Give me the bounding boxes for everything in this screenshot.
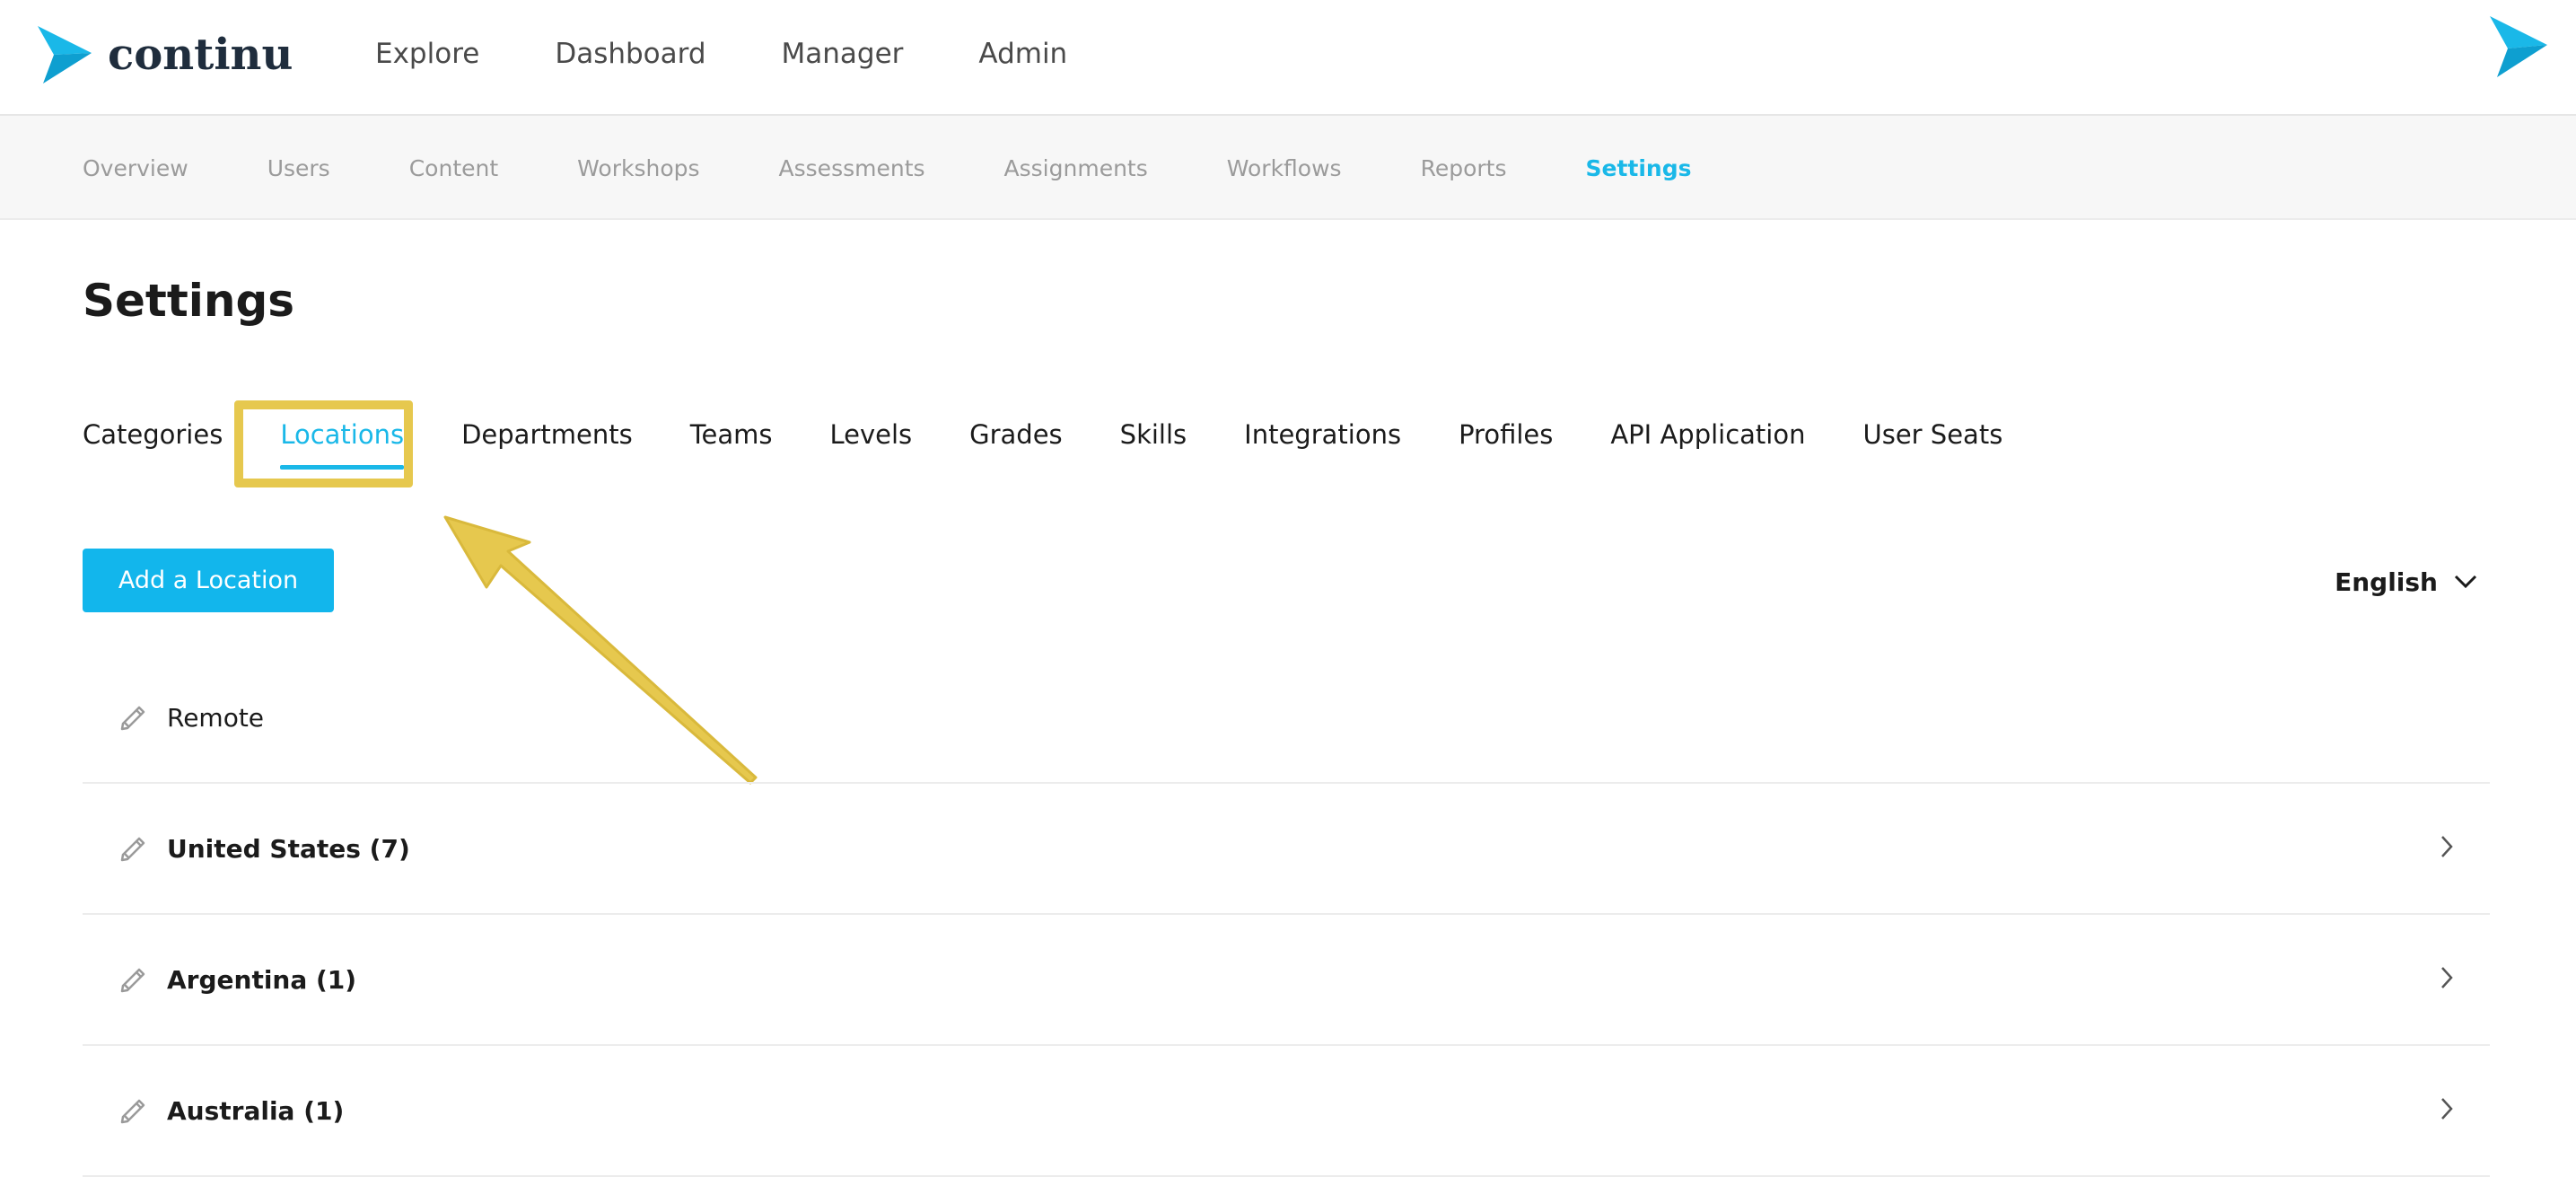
- pencil-icon[interactable]: [115, 698, 151, 737]
- location-row-remote: Remote: [83, 653, 2490, 784]
- sub-nav-workflows[interactable]: Workflows: [1227, 155, 1342, 181]
- sub-nav-overview[interactable]: Overview: [83, 155, 188, 181]
- chevron-right-icon[interactable]: [2440, 1097, 2454, 1124]
- location-row-argentina[interactable]: Argentina (1): [83, 915, 2490, 1046]
- main-nav: Explore Dashboard Manager Admin: [375, 27, 1143, 81]
- tab-departments[interactable]: Departments: [461, 419, 633, 450]
- tab-categories[interactable]: Categories: [83, 419, 223, 450]
- admin-sub-nav-bar: Overview Users Content Workshops Assessm…: [0, 116, 2576, 220]
- tab-skills[interactable]: Skills: [1120, 419, 1187, 450]
- settings-tabs: Categories Locations Departments Teams L…: [83, 409, 2060, 470]
- continu-logo-text: continu: [108, 30, 294, 80]
- add-location-button[interactable]: Add a Location: [83, 549, 334, 612]
- sub-nav-users[interactable]: Users: [267, 155, 330, 181]
- admin-sub-nav: Overview Users Content Workshops Assessm…: [83, 116, 1771, 220]
- chevron-right-icon[interactable]: [2440, 835, 2454, 862]
- sub-nav-reports[interactable]: Reports: [1421, 155, 1507, 181]
- continu-logo[interactable]: continu: [38, 25, 293, 84]
- tab-api-application[interactable]: API Application: [1610, 419, 1805, 450]
- sub-nav-assignments[interactable]: Assignments: [1004, 155, 1148, 181]
- main-nav-manager[interactable]: Manager: [782, 38, 904, 70]
- chevron-right-icon[interactable]: [2440, 966, 2454, 993]
- sub-nav-assessments[interactable]: Assessments: [779, 155, 925, 181]
- language-select-value: English: [2335, 567, 2438, 597]
- locations-list: Remote United States (7) Argentina (1) A…: [83, 653, 2490, 1177]
- location-row-united-states[interactable]: United States (7): [83, 784, 2490, 915]
- continu-logo-mark-icon: [38, 26, 92, 83]
- main-nav-admin[interactable]: Admin: [978, 38, 1067, 70]
- page-title: Settings: [83, 275, 295, 327]
- location-name: Australia (1): [167, 1095, 345, 1126]
- location-name: United States (7): [167, 833, 410, 864]
- pencil-icon[interactable]: [115, 1091, 151, 1130]
- main-nav-dashboard[interactable]: Dashboard: [555, 38, 705, 70]
- pencil-icon[interactable]: [115, 829, 151, 868]
- location-name: Argentina (1): [167, 964, 357, 995]
- tab-profiles[interactable]: Profiles: [1459, 419, 1553, 450]
- tab-grades[interactable]: Grades: [969, 419, 1063, 450]
- location-name: Remote: [167, 702, 265, 733]
- sub-nav-workshops[interactable]: Workshops: [577, 155, 699, 181]
- chevron-down-icon: [2454, 575, 2477, 589]
- sub-nav-settings[interactable]: Settings: [1585, 155, 1691, 181]
- location-row-australia[interactable]: Australia (1): [83, 1046, 2490, 1177]
- corner-brand-icon[interactable]: [2490, 16, 2547, 81]
- pencil-icon[interactable]: [115, 960, 151, 999]
- tab-integrations[interactable]: Integrations: [1244, 419, 1401, 450]
- language-select[interactable]: English: [2335, 557, 2477, 607]
- tab-locations[interactable]: Locations: [280, 419, 404, 470]
- sub-nav-content[interactable]: Content: [409, 155, 498, 181]
- tab-teams[interactable]: Teams: [690, 419, 773, 450]
- tab-levels[interactable]: Levels: [829, 419, 912, 450]
- main-nav-explore[interactable]: Explore: [375, 38, 479, 70]
- tab-user-seats[interactable]: User Seats: [1862, 419, 2002, 450]
- top-header: continu Explore Dashboard Manager Admin: [0, 0, 2576, 116]
